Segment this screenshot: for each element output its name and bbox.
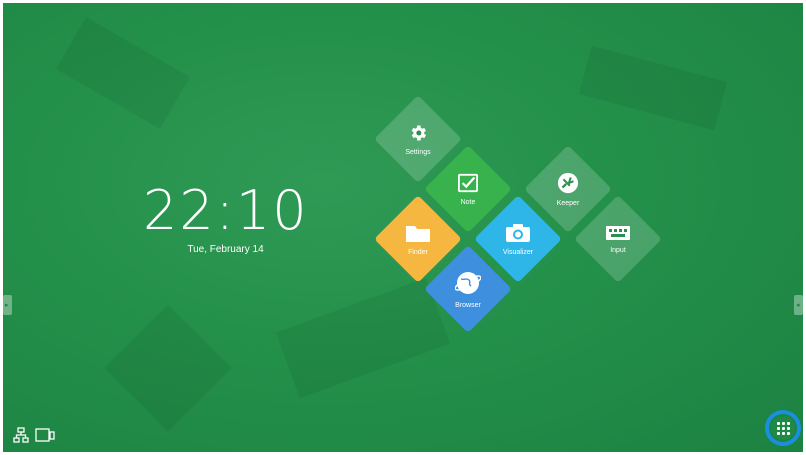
tile-label: Note	[460, 198, 476, 206]
globe-icon	[455, 271, 481, 294]
home-screen: 22:10 Tue, February 14 Settings Note Kee…	[3, 3, 803, 452]
background-texture	[104, 304, 232, 432]
right-edge-handle[interactable]: ◂	[794, 295, 803, 315]
input-icon	[606, 225, 630, 240]
chevron-left-icon: ◂	[796, 302, 800, 309]
background-texture	[56, 17, 190, 129]
keeper-icon	[557, 172, 579, 193]
tile-label: Input	[610, 246, 626, 254]
tile-label: Settings	[405, 148, 431, 156]
tile-label: Finder	[408, 248, 428, 256]
tile-label: Browser	[455, 301, 481, 309]
clock-date: Tue, February 14	[187, 244, 264, 255]
input-tile[interactable]: Input	[583, 204, 653, 274]
clock-time: 22:10	[143, 179, 309, 242]
screen-mirror-icon[interactable]	[35, 428, 55, 442]
left-edge-handle[interactable]: ▸	[3, 295, 12, 315]
apps-launcher-button[interactable]	[765, 410, 801, 446]
browser-tile[interactable]: Browser	[433, 254, 503, 324]
gear-icon	[411, 125, 426, 140]
network-icon[interactable]	[13, 427, 29, 443]
tile-label: Keeper	[556, 199, 580, 207]
folder-icon	[406, 225, 430, 242]
apps-grid-icon	[771, 416, 795, 440]
background-texture	[578, 45, 728, 131]
camera-icon	[506, 223, 530, 242]
chevron-right-icon: ▸	[5, 302, 9, 309]
background-texture	[275, 277, 451, 399]
note-icon	[458, 173, 478, 192]
tile-label: Visualizer	[502, 248, 534, 256]
